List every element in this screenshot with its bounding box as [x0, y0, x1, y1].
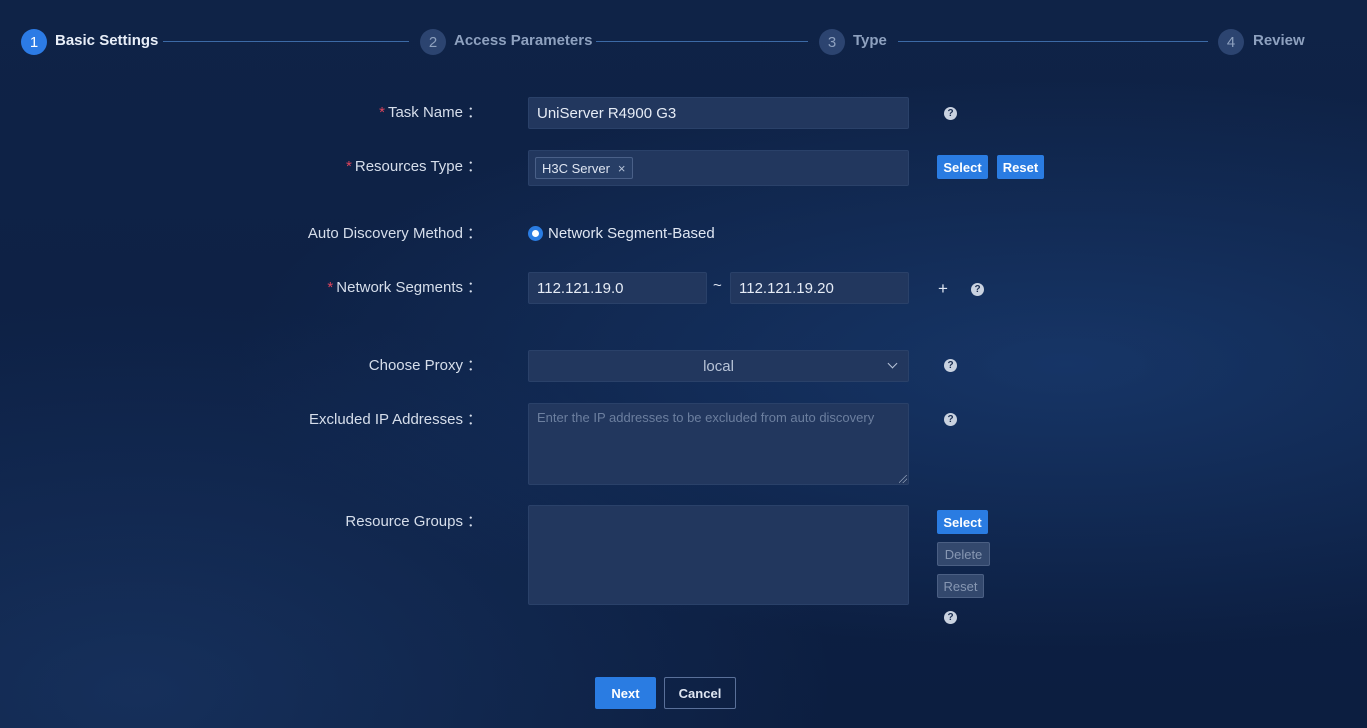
next-button[interactable]: Next	[595, 677, 656, 709]
label-colon: ：	[466, 225, 482, 242]
step-1-number: 1	[21, 29, 47, 55]
network-segments-label: * Network Segments：	[327, 278, 482, 298]
step-2-number: 2	[420, 29, 446, 55]
label-colon: ：	[466, 513, 482, 530]
excluded-ip-placeholder: Enter the IP addresses to be excluded fr…	[537, 410, 875, 425]
segment-end-input[interactable]: 112.121.19.20	[730, 272, 909, 304]
segment-start-value: 112.121.19.0	[537, 279, 624, 297]
excluded-ip-label-text: Excluded IP Addresses	[309, 411, 463, 428]
resources-type-label: * Resources Type：	[346, 157, 482, 177]
resource-groups-help-icon[interactable]: ?	[944, 611, 957, 624]
required-mark: *	[327, 279, 334, 296]
proxy-select[interactable]: local	[528, 350, 909, 382]
task-name-value: UniServer R4900 G3	[537, 104, 677, 122]
label-colon: ：	[466, 357, 482, 374]
segment-end-value: 112.121.19.20	[739, 279, 834, 297]
resource-type-tag-label: H3C Server	[542, 160, 610, 176]
task-name-help-icon[interactable]: ?	[944, 107, 957, 120]
resource-groups-delete-button[interactable]: Delete	[937, 542, 990, 566]
resource-groups-select-button[interactable]: Select	[937, 510, 988, 534]
excluded-ip-label: Excluded IP Addresses：	[309, 410, 482, 430]
segment-start-input[interactable]: 112.121.19.0	[528, 272, 707, 304]
resource-groups-reset-button[interactable]: Reset	[937, 574, 984, 598]
step-connector	[898, 41, 1208, 42]
proxy-help-icon[interactable]: ?	[944, 359, 957, 372]
choose-proxy-label: Choose Proxy：	[369, 356, 482, 376]
step-4-label[interactable]: Review	[1253, 31, 1305, 51]
step-2-label[interactable]: Access Parameters	[454, 31, 592, 51]
network-segment-radio[interactable]	[528, 226, 543, 241]
label-colon: ：	[466, 279, 482, 296]
network-segment-radio-label[interactable]: Network Segment-Based	[548, 224, 715, 244]
resource-groups-label: Resource Groups：	[345, 512, 482, 532]
task-name-label: * Task Name：	[379, 103, 482, 123]
task-name-input[interactable]: UniServer R4900 G3	[528, 97, 909, 129]
network-segments-help-icon[interactable]: ?	[971, 283, 984, 296]
step-3-number: 3	[819, 29, 845, 55]
task-name-label-text: Task Name	[387, 104, 463, 121]
resources-type-reset-button[interactable]: Reset	[997, 155, 1044, 179]
step-1-label[interactable]: Basic Settings	[55, 31, 158, 51]
required-mark: *	[346, 158, 352, 175]
label-colon: ：	[466, 104, 482, 121]
close-icon[interactable]: ×	[618, 161, 626, 176]
resource-groups-list[interactable]	[528, 505, 909, 605]
step-3-label[interactable]: Type	[853, 31, 887, 51]
resource-type-tag: H3C Server ×	[535, 157, 633, 179]
step-connector	[596, 41, 808, 42]
resources-type-label-text: Resources Type	[354, 158, 463, 175]
network-segments-label-text: Network Segments	[336, 279, 463, 296]
excluded-ip-textarea[interactable]: Enter the IP addresses to be excluded fr…	[528, 403, 909, 485]
step-4-number: 4	[1218, 29, 1244, 55]
choose-proxy-label-text: Choose Proxy	[368, 357, 463, 374]
label-colon: ：	[466, 411, 482, 428]
label-colon: ：	[466, 158, 482, 175]
resize-handle-icon[interactable]	[899, 475, 907, 483]
segment-separator: ~	[713, 277, 722, 294]
resource-groups-label-text: Resource Groups	[345, 513, 463, 530]
cancel-button[interactable]: Cancel	[664, 677, 736, 709]
step-connector	[163, 41, 409, 42]
resources-type-field[interactable]: H3C Server ×	[528, 150, 909, 186]
add-segment-icon[interactable]: +	[938, 279, 948, 299]
auto-discovery-label-text: Auto Discovery Method	[307, 225, 463, 242]
resources-type-select-button[interactable]: Select	[937, 155, 988, 179]
required-mark: *	[379, 104, 385, 121]
proxy-select-value: local	[703, 357, 734, 375]
excluded-ip-help-icon[interactable]: ?	[944, 413, 957, 426]
auto-discovery-label: Auto Discovery Method：	[308, 224, 482, 244]
